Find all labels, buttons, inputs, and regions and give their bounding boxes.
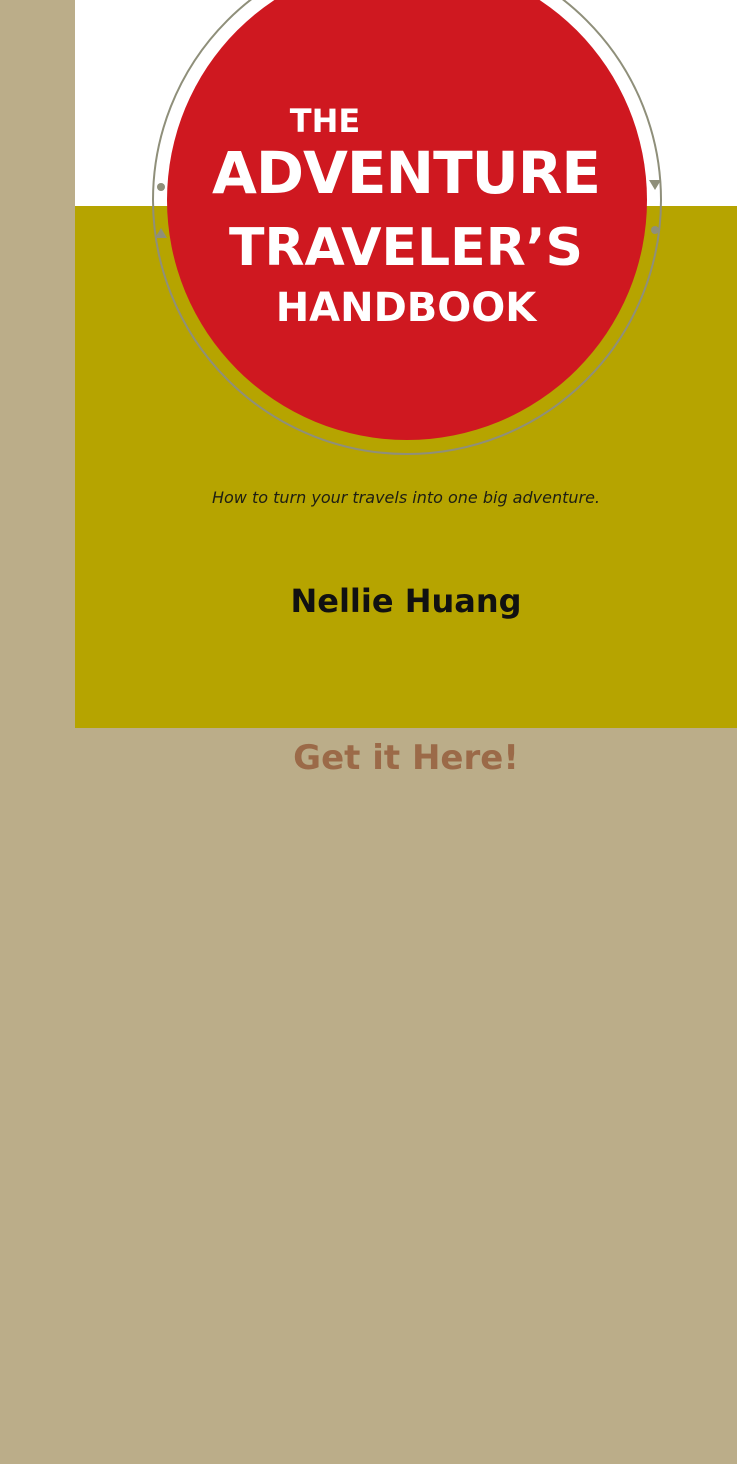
cover-title-handbook: HANDBOOK — [275, 285, 537, 331]
cover-tagline: How to turn your travels into one big ad… — [211, 488, 601, 507]
cover-title-travelers: TRAVELER’S — [229, 218, 583, 278]
cover-title-the: THE — [289, 102, 361, 140]
get-it-here-link[interactable]: Get it Here! — [75, 738, 737, 778]
cover-title-adventure: ADVENTURE — [211, 139, 601, 207]
book-cover-image[interactable]: THE ADVENTURE TRAVELER’S HANDBOOK How to… — [75, 0, 737, 728]
cover-author: Nellie Huang — [290, 582, 522, 620]
